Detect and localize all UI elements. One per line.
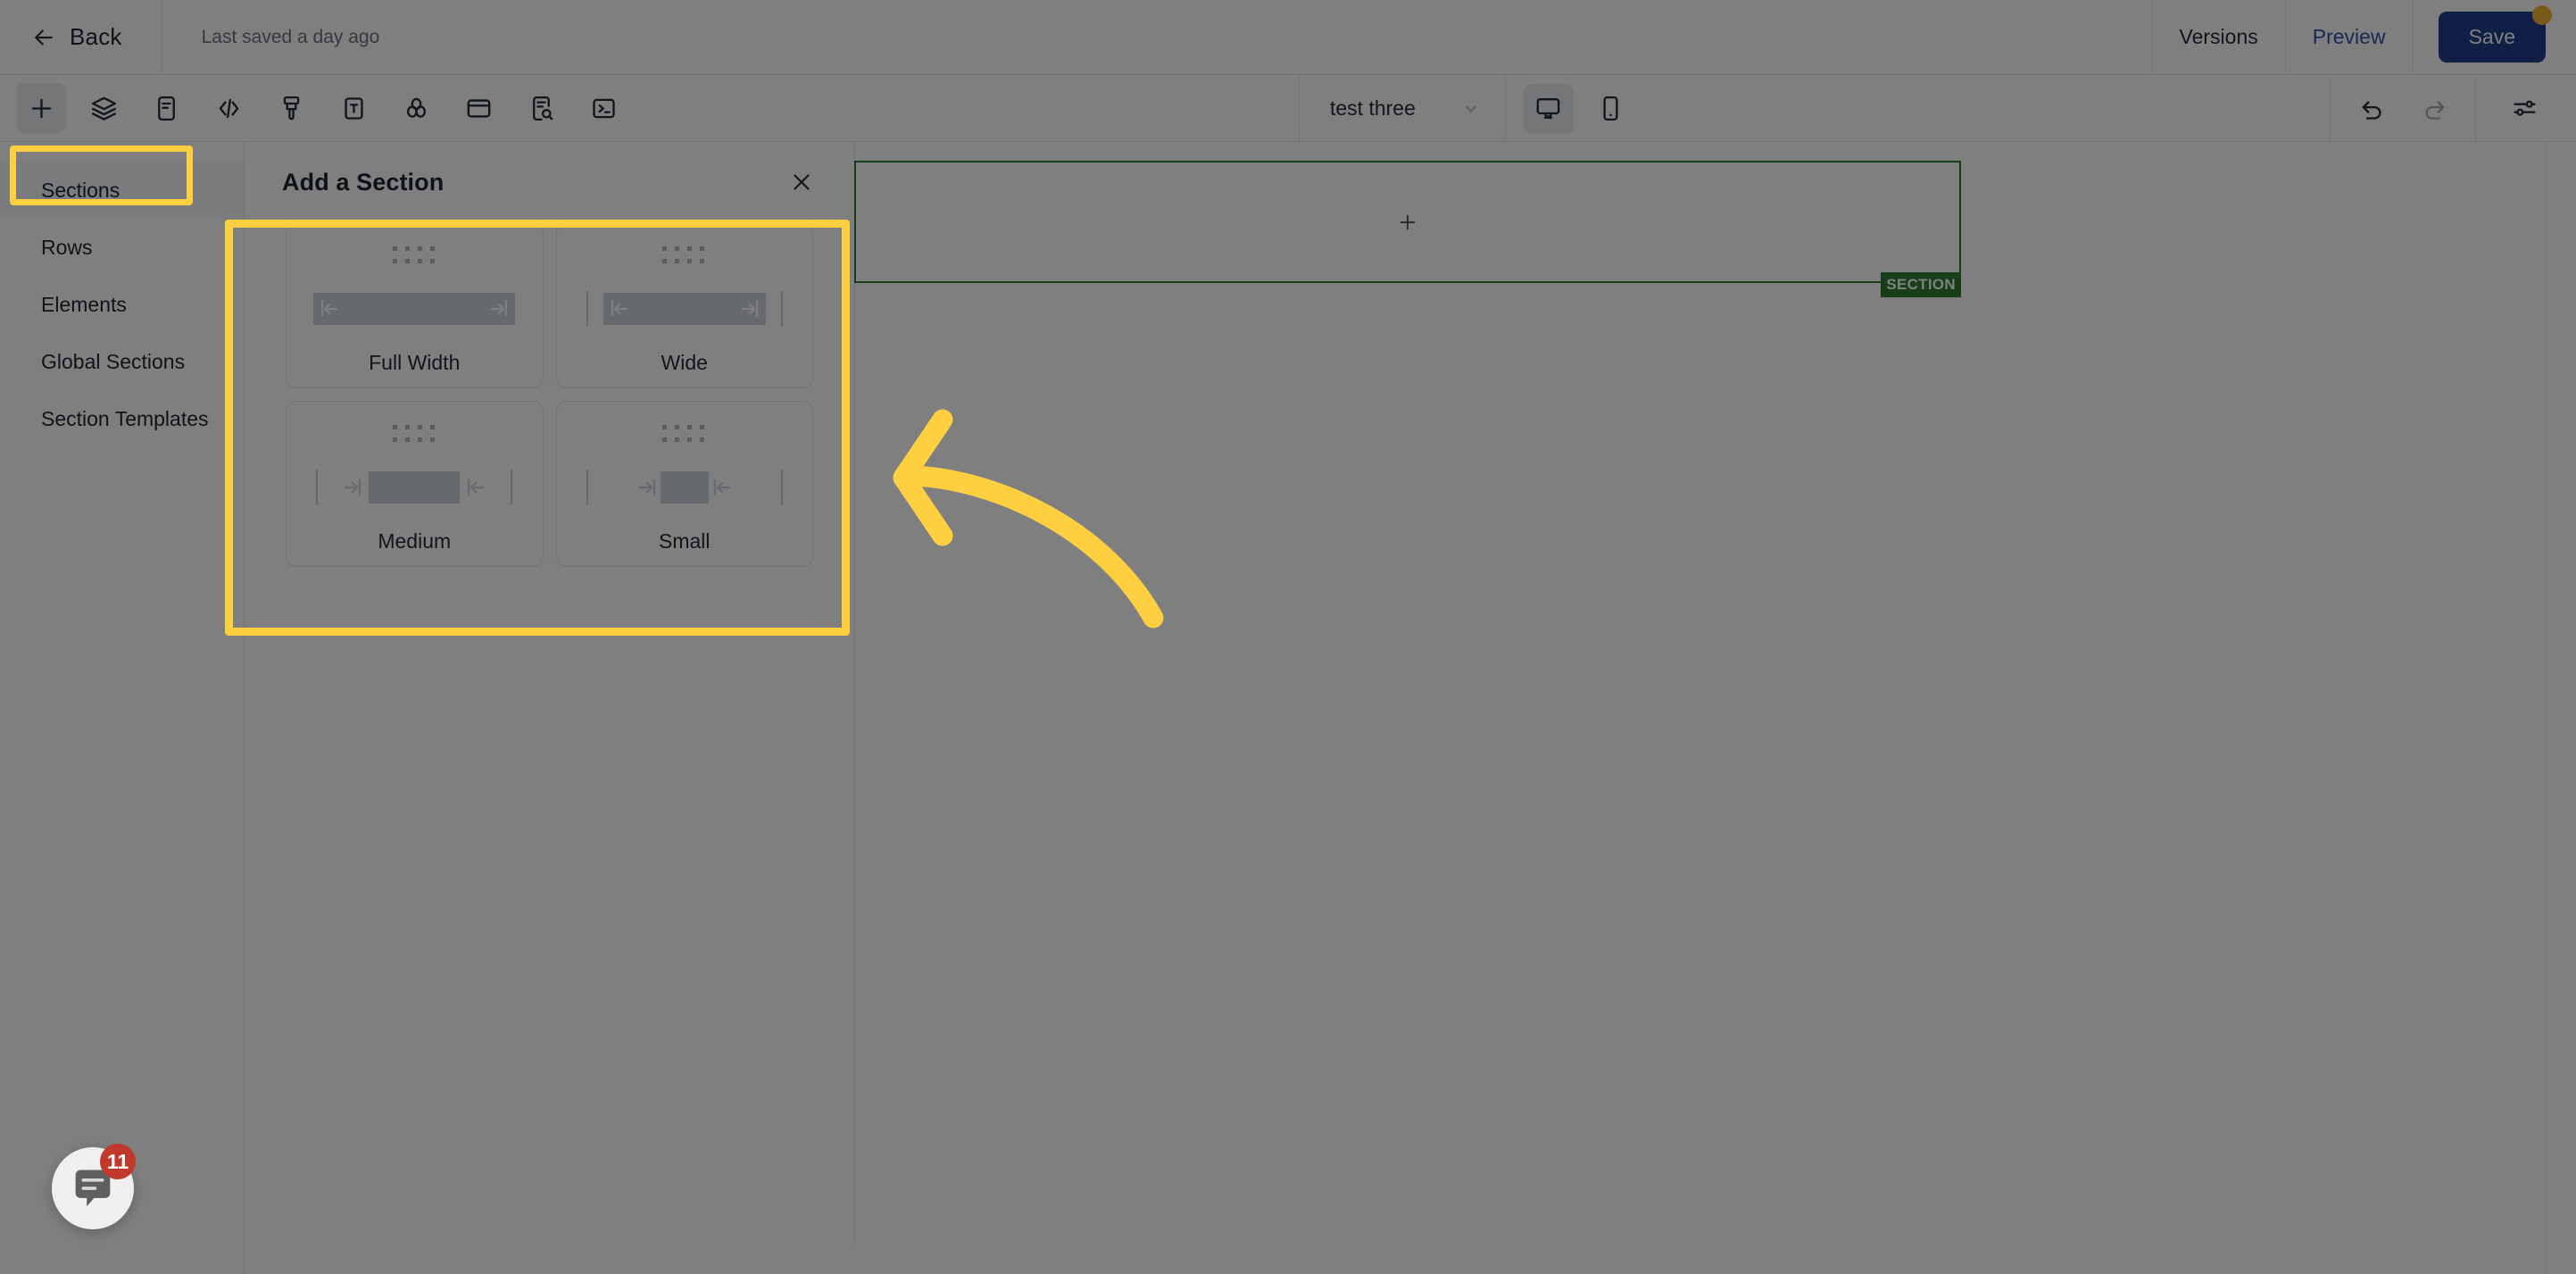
- drag-handle-dots-icon: [392, 425, 436, 444]
- wide-preview-icon: [557, 285, 813, 333]
- app-root: Back Last saved a day ago Versions Previ…: [0, 0, 2576, 1274]
- divider: [2475, 75, 2476, 142]
- settings-sliders-icon: [2513, 100, 2536, 116]
- page-frame: SECTION: [854, 142, 2547, 1274]
- page-selector[interactable]: test three: [1300, 75, 1505, 142]
- close-icon[interactable]: [788, 169, 815, 196]
- add-icon: [31, 98, 51, 118]
- add-button[interactable]: [16, 83, 66, 133]
- chevron-down-icon: [1466, 105, 1476, 112]
- panel-header: Add a Section: [245, 142, 854, 222]
- toolbar-center: test three: [1299, 75, 1642, 142]
- divider: [2412, 0, 2414, 75]
- undo-icon: [2362, 101, 2381, 120]
- document-search-icon: [532, 96, 553, 121]
- section-card-full-width[interactable]: Full Width: [286, 222, 544, 388]
- redo-button[interactable]: [2409, 84, 2459, 134]
- terminal-button[interactable]: [578, 83, 628, 133]
- top-bar: Back Last saved a day ago Versions Previ…: [0, 0, 2576, 75]
- back-button[interactable]: Back: [30, 23, 122, 51]
- drag-handle-dots-icon: [662, 246, 706, 265]
- editor-toolbar: test three: [0, 75, 2576, 142]
- plus-icon[interactable]: [1395, 210, 1420, 235]
- pages-button[interactable]: [141, 83, 191, 133]
- section-card-label: Medium: [378, 529, 452, 553]
- divider: [2330, 75, 2331, 142]
- sidebar-item-global-sections[interactable]: Global Sections: [0, 333, 244, 390]
- layers-icon: [91, 96, 116, 121]
- section-label-tag: SECTION: [1881, 272, 1961, 297]
- drag-handle-dots-icon: [392, 246, 436, 265]
- save-button[interactable]: Save: [2438, 12, 2546, 62]
- save-button-wrapper: Save: [2438, 5, 2552, 62]
- settings-button[interactable]: [2499, 84, 2549, 134]
- section-card-label: Wide: [661, 351, 708, 374]
- medium-preview-icon: [287, 463, 543, 512]
- panel-title: Add a Section: [282, 168, 445, 196]
- sidebar-item-label: Section Templates: [41, 406, 209, 430]
- code-button[interactable]: [204, 83, 253, 133]
- section-card-small[interactable]: Small: [555, 401, 813, 567]
- sidebar-item-label: Rows: [41, 235, 93, 259]
- layers-button[interactable]: [79, 83, 129, 133]
- sidebar-item-section-templates[interactable]: Section Templates: [0, 390, 244, 447]
- typography-button[interactable]: [328, 83, 378, 133]
- mobile-view-button[interactable]: [1586, 84, 1636, 134]
- undo-button[interactable]: [2347, 84, 2397, 134]
- sidebar-item-label: Sections: [41, 178, 120, 202]
- full-width-preview-icon: [287, 285, 543, 333]
- color-blend-icon: [406, 97, 426, 118]
- editor-canvas: SECTION: [854, 142, 2576, 1274]
- small-preview-icon: [557, 463, 813, 512]
- top-bar-actions: Versions Preview Save: [2151, 0, 2576, 75]
- toolbar-left-tools: [0, 75, 635, 142]
- sidebar-item-sections[interactable]: Sections: [0, 162, 244, 219]
- sidebar-item-label: Elements: [41, 292, 127, 316]
- preview-button[interactable]: Preview: [2286, 0, 2413, 75]
- sidebar-item-elements[interactable]: Elements: [0, 276, 244, 333]
- canvas-section-block[interactable]: SECTION: [854, 161, 1961, 297]
- code-icon: [219, 98, 238, 118]
- back-label: Back: [70, 23, 122, 50]
- section-card-wide[interactable]: Wide: [555, 222, 813, 388]
- last-saved-text: Last saved a day ago: [201, 26, 380, 47]
- chat-widget-button[interactable]: 11: [52, 1144, 136, 1229]
- section-card-label: Small: [658, 529, 710, 553]
- divider: [1504, 75, 1506, 142]
- section-card-label: Full Width: [369, 351, 461, 374]
- section-type-grid: Full Width Wide Medium Small: [245, 222, 854, 567]
- drag-handle-dots-icon: [662, 425, 706, 444]
- seo-button[interactable]: [516, 83, 566, 133]
- terminal-icon: [592, 98, 615, 118]
- left-sidebar: Sections Rows Elements Global Sections S…: [0, 142, 245, 1274]
- arrow-left-icon: [35, 29, 53, 46]
- section-card-medium[interactable]: Medium: [286, 401, 544, 567]
- sidebar-item-label: Global Sections: [41, 349, 186, 373]
- sidebar-item-rows[interactable]: Rows: [0, 219, 244, 276]
- chat-unread-badge: 11: [100, 1144, 136, 1179]
- versions-button[interactable]: Versions: [2153, 0, 2285, 75]
- styles-button[interactable]: [266, 83, 316, 133]
- add-section-panel: Add a Section Full Width Wide Medium Sma…: [245, 142, 855, 1244]
- redo-icon: [2424, 101, 2444, 120]
- toolbar-right-tools: [2330, 75, 2576, 142]
- unsaved-changes-badge: [2532, 5, 2552, 25]
- mobile-icon: [1603, 96, 1618, 121]
- document-icon: [157, 96, 175, 121]
- colors-button[interactable]: [391, 83, 441, 133]
- page-selector-value: test three: [1330, 96, 1416, 120]
- components-button[interactable]: [453, 83, 503, 133]
- brush-icon: [283, 96, 299, 120]
- desktop-icon: [1537, 98, 1560, 119]
- desktop-view-button[interactable]: [1523, 83, 1574, 134]
- text-icon: [344, 96, 363, 120]
- card-icon: [467, 98, 490, 118]
